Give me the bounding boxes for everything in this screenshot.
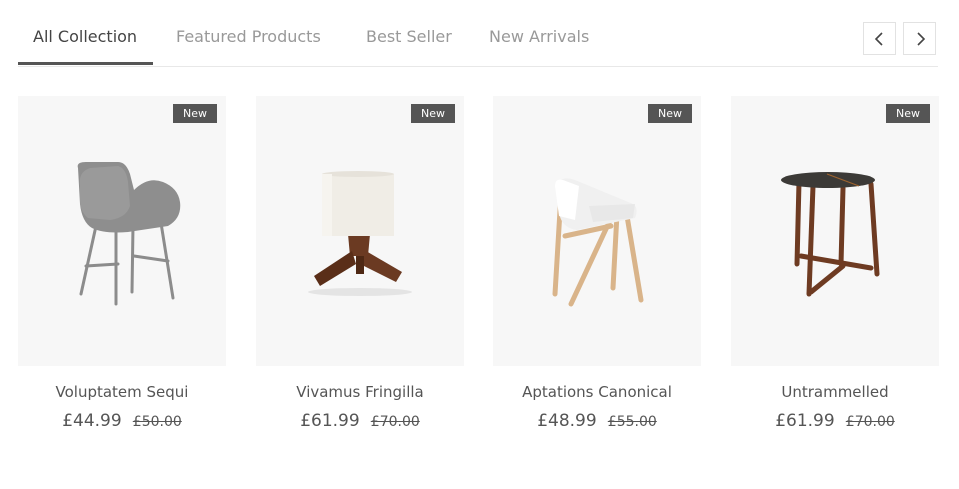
product-image[interactable]: New: [731, 96, 939, 366]
product-title[interactable]: Vivamus Fringilla: [256, 383, 464, 401]
current-price: £61.99: [775, 411, 835, 431]
carousel-next-button[interactable]: [903, 22, 936, 55]
new-badge: New: [411, 104, 455, 123]
price-row: £48.99 £55.00: [493, 411, 701, 431]
product-image[interactable]: New: [493, 96, 701, 366]
new-badge: New: [173, 104, 217, 123]
old-price: £70.00: [845, 414, 895, 430]
product-card[interactable]: New Aptations Canonical £48.99 £55.00: [493, 96, 701, 441]
side-table-image: [781, 172, 880, 297]
new-badge: New: [886, 104, 930, 123]
product-image[interactable]: New: [256, 96, 464, 366]
tab-new-arrivals[interactable]: New Arrivals: [489, 18, 589, 64]
price-row: £61.99 £70.00: [256, 411, 464, 431]
price-row: £61.99 £70.00: [731, 411, 939, 431]
armchair-image: [77, 162, 181, 306]
collection-tabs: All Collection Featured Products Best Se…: [18, 18, 938, 67]
product-title[interactable]: Voluptatem Sequi: [18, 383, 226, 401]
product-title[interactable]: Aptations Canonical: [493, 383, 701, 401]
tab-featured-products[interactable]: Featured Products: [176, 18, 321, 64]
product-title[interactable]: Untrammelled: [731, 383, 939, 401]
product-card[interactable]: New Vivamus Fringilla £61.99 £70.00: [256, 96, 464, 441]
product-image[interactable]: New: [18, 96, 226, 366]
wooden-chair-image: [552, 178, 644, 307]
old-price: £70.00: [370, 414, 420, 430]
old-price: £50.00: [132, 414, 182, 430]
tab-best-seller[interactable]: Best Seller: [366, 18, 452, 64]
chevron-right-icon: [916, 31, 925, 46]
current-price: £61.99: [300, 411, 360, 431]
old-price: £55.00: [607, 414, 657, 430]
chevron-left-icon: [874, 31, 883, 46]
tab-all-collection[interactable]: All Collection: [18, 18, 154, 65]
current-price: £44.99: [62, 411, 122, 431]
carousel-prev-button[interactable]: [863, 22, 896, 55]
current-price: £48.99: [537, 411, 597, 431]
price-row: £44.99 £50.00: [18, 411, 226, 431]
product-card[interactable]: New Untrammelled £61.99 £70.00: [731, 96, 939, 441]
product-card[interactable]: New Voluptatem Sequi £44.99 £50.00: [18, 96, 226, 441]
table-lamp-image: [308, 171, 412, 296]
new-badge: New: [648, 104, 692, 123]
